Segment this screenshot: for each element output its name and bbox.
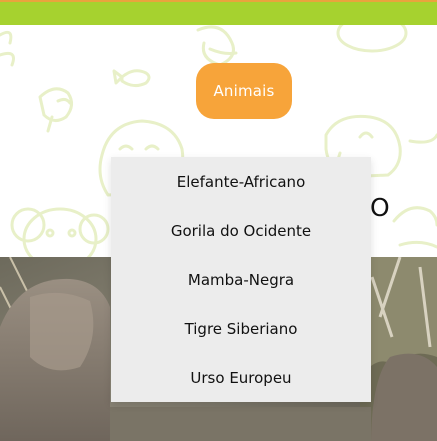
dropdown-item-gorila-do-ocidente[interactable]: Gorila do Ocidente [111, 206, 371, 255]
animals-dropdown-menu: Elefante-Africano Gorila do Ocidente Mam… [111, 157, 371, 402]
top-bar [0, 0, 437, 25]
dropdown-item-elefante-africano[interactable]: Elefante-Africano [111, 157, 371, 206]
dropdown-item-mamba-negra[interactable]: Mamba-Negra [111, 255, 371, 304]
dropdown-item-tigre-siberiano[interactable]: Tigre Siberiano [111, 304, 371, 353]
dropdown-item-urso-europeu[interactable]: Urso Europeu [111, 353, 371, 402]
animais-menu-button[interactable]: Animais [196, 63, 292, 119]
page-heading-fragment: O [370, 193, 390, 222]
